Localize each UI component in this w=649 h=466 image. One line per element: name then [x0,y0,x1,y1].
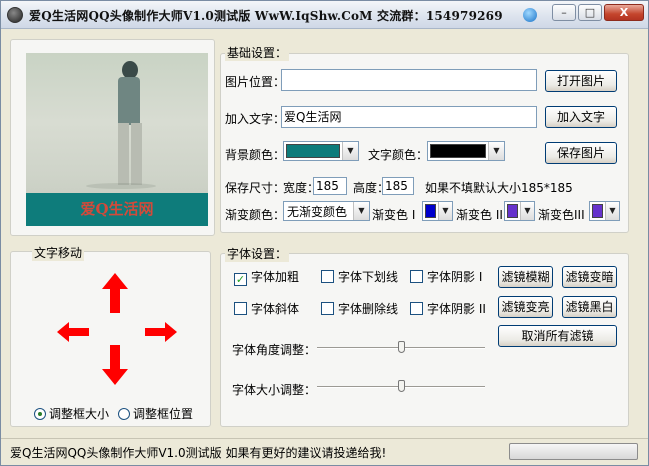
image-path-label: 图片位置： [225,75,286,89]
size-slider[interactable] [317,380,485,394]
bg-color-swatch [286,144,340,158]
radio-resize-dot[interactable] [34,408,46,420]
shadow2-check-box[interactable] [410,302,423,315]
app-window: 爱Q生活网QQ头像制作大师V1.0测试版 WwW.IqShw.CoM 交流群：1… [0,0,649,466]
window-title: 爱Q生活网QQ头像制作大师V1.0测试版 WwW.IqShw.CoM 交流群：1… [29,9,503,23]
size-hint: 如果不填默认大小185*185 [425,181,573,195]
gradient-select[interactable]: 无渐变颜色 ▼ [283,201,370,221]
shadow1-check-box[interactable] [410,270,423,283]
bg-color-select[interactable]: ▼ [283,141,359,161]
blur-filter-button[interactable]: 滤镜模糊 [498,266,553,288]
gradient1-select[interactable]: ▼ [422,201,453,221]
gradient2-label: 渐变色 II [456,208,503,222]
gradient-select-value: 无渐变颜色 [287,205,348,219]
gradient1-label: 渐变色 I [372,208,416,222]
bw-filter-button[interactable]: 滤镜黑白 [562,296,617,318]
text-move-title: 文字移动 [32,244,85,261]
bg-color-label: 背景颜色： [225,148,286,162]
bold-check-mark[interactable]: ✓ [234,273,247,286]
add-text-button[interactable]: 加入文字 [545,106,617,128]
radio-move-dot[interactable] [118,408,130,420]
chevron-down-icon[interactable]: ▼ [353,202,369,220]
height-input[interactable]: 185 [382,177,414,195]
width-input[interactable]: 185 [313,177,347,195]
gradient1-swatch [425,204,436,218]
cancel-filters-button[interactable]: 取消所有滤镜 [498,325,617,347]
status-bar: 爱Q生活网QQ头像制作大师V1.0测试版 如果有更好的建议请投递给我! [1,438,648,465]
angle-slider-thumb[interactable] [398,341,405,353]
photo-figure-body [118,77,140,125]
radio-move-label: 调整框位置 [133,407,194,421]
gradient3-select[interactable]: ▼ [589,201,620,221]
bold-label: 字体加粗 [251,270,300,284]
italic-checkbox[interactable]: 字体斜体 [234,300,299,317]
size-slider-thumb[interactable] [398,380,405,392]
strike-checkbox[interactable]: 字体删除线 [321,300,398,317]
shadow2-checkbox[interactable]: 字体阴影 II [410,300,486,317]
gradient3-swatch [592,204,603,218]
darken-filter-button[interactable]: 滤镜变暗 [562,266,617,288]
minimize-button[interactable]: – [552,4,576,21]
italic-check-box[interactable] [234,302,247,315]
gradient-label: 渐变颜色： [225,208,286,222]
text-color-label: 文字颜色： [368,148,429,162]
photo-figure-shadow [86,183,156,189]
text-color-swatch [430,144,486,158]
chevron-down-icon[interactable]: ▼ [605,202,619,220]
photo-figure-legs [118,123,142,185]
radio-resize-frame[interactable]: 调整框大小 [34,405,109,422]
image-path-input[interactable] [281,69,537,91]
gradient2-swatch [507,204,518,218]
strike-check-box[interactable] [321,302,334,315]
chevron-down-icon[interactable]: ▼ [342,142,358,160]
basic-settings-title: 基础设置： [225,44,290,61]
open-image-button[interactable]: 打开图片 [545,70,617,92]
angle-adjust-label: 字体角度调整： [232,343,317,357]
chevron-down-icon[interactable]: ▼ [488,142,504,160]
gradient3-label: 渐变色III [538,208,585,222]
preview-caption[interactable]: 爱Q生活网 [26,193,208,226]
radio-resize-label: 调整框大小 [49,407,110,421]
gradient2-select[interactable]: ▼ [504,201,535,221]
maximize-button[interactable]: □ [578,4,602,21]
move-right-arrow[interactable] [145,322,177,342]
avatar-preview: 爱Q生活网 [26,53,208,226]
size-adjust-label: 字体大小调整： [232,383,317,397]
status-text: 爱Q生活网QQ头像制作大师V1.0测试版 如果有更好的建议请投递给我! [10,446,387,460]
lighten-filter-button[interactable]: 滤镜变亮 [498,296,553,318]
shadow1-label: 字体阴影 I [427,270,483,284]
close-button[interactable]: X [604,4,644,21]
underline-checkbox[interactable]: 字体下划线 [321,268,398,285]
shadow1-checkbox[interactable]: 字体阴影 I [410,268,482,285]
angle-slider[interactable] [317,341,485,355]
save-image-button[interactable]: 保存图片 [545,142,617,164]
radio-move-frame[interactable]: 调整框位置 [118,405,193,422]
move-left-arrow[interactable] [57,322,89,342]
underline-label: 字体下划线 [338,270,399,284]
move-down-arrow[interactable] [102,345,128,385]
text-color-select[interactable]: ▼ [427,141,505,161]
bold-checkbox[interactable]: ✓ 字体加粗 [234,268,299,286]
font-settings-title: 字体设置： [225,245,290,262]
add-text-input[interactable]: 爱Q生活网 [281,106,537,128]
italic-label: 字体斜体 [251,302,300,316]
chevron-down-icon[interactable]: ▼ [438,202,452,220]
underline-check-box[interactable] [321,270,334,283]
qq-icon [523,8,537,22]
app-icon [7,7,23,23]
strike-label: 字体删除线 [338,302,399,316]
save-size-label: 保存尺寸： [225,181,286,195]
progress-bar [509,443,638,460]
move-up-arrow[interactable] [102,273,128,313]
add-text-label: 加入文字： [225,112,286,126]
shadow2-label: 字体阴影 II [427,302,486,316]
title-bar: 爱Q生活网QQ头像制作大师V1.0测试版 WwW.IqShw.CoM 交流群：1… [1,1,648,29]
chevron-down-icon[interactable]: ▼ [520,202,534,220]
